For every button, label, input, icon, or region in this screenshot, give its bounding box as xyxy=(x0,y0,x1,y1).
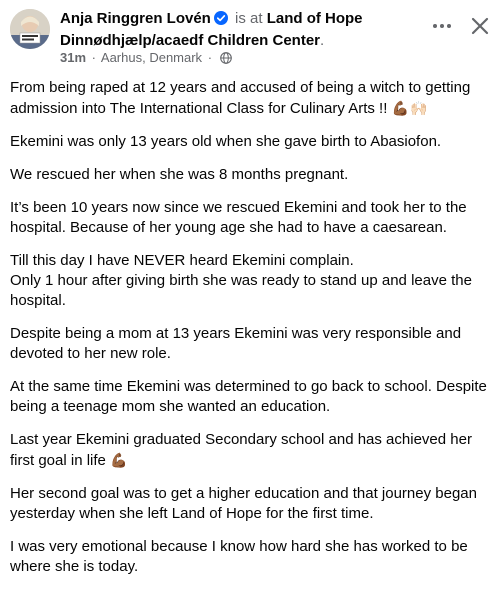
post-text-line: It’s been 10 years now since we rescued … xyxy=(10,199,467,236)
close-icon xyxy=(471,17,489,35)
post-paragraph: At the same time Ekemini was determined … xyxy=(10,377,492,417)
verified-badge-icon xyxy=(213,11,228,31)
close-button[interactable] xyxy=(468,14,492,38)
emoji: 💪🏾🙌🏻 xyxy=(391,100,429,116)
author-name[interactable]: Anja Ringgren Lovén xyxy=(60,10,211,27)
is-at-text: is at xyxy=(235,10,263,27)
more-horizontal-icon xyxy=(433,24,451,28)
post-paragraph: From being raped at 12 years and accused… xyxy=(10,78,492,119)
post-text-line: At the same time Ekemini was determined … xyxy=(10,378,487,415)
post-text-line: Only 1 hour after giving birth she was r… xyxy=(10,272,472,309)
post-paragraph: We rescued her when she was 8 months pre… xyxy=(10,165,492,185)
avatar[interactable] xyxy=(10,9,50,49)
post-paragraph: Ekemini was only 13 years old when she g… xyxy=(10,132,492,152)
post-paragraph: Last year Ekemini graduated Secondary sc… xyxy=(10,430,492,471)
globe-icon[interactable] xyxy=(219,52,232,68)
post-body: From being raped at 12 years and accused… xyxy=(10,78,492,590)
post-text-line: Till this day I have NEVER heard Ekemini… xyxy=(10,252,354,269)
post-paragraph: Her second goal was to get a higher educ… xyxy=(10,484,492,524)
post-text-line: Ekemini was only 13 years old when she g… xyxy=(10,133,442,150)
avatar-photo xyxy=(10,9,50,49)
post-text-line: We rescued her when she was 8 months pre… xyxy=(10,166,349,183)
post-time[interactable]: 31m xyxy=(60,50,86,65)
more-options-button[interactable] xyxy=(430,14,454,38)
post-meta: 31m · Aarhus, Denmark · xyxy=(60,50,232,68)
post-paragraph: It’s been 10 years now since we rescued … xyxy=(10,198,492,238)
separator-dot: · xyxy=(91,50,96,65)
post-text-line: I was very emotional because I know how … xyxy=(10,538,468,575)
emoji: 💪🏾 xyxy=(110,452,129,468)
separator-dot: · xyxy=(207,50,213,65)
post-text-line: Despite being a mom at 13 years Ekemini … xyxy=(10,325,462,362)
post-text-line: Her second goal was to get a higher educ… xyxy=(10,485,477,522)
post-location[interactable]: Aarhus, Denmark xyxy=(101,50,202,65)
post-paragraph: Till this day I have NEVER heard Ekemini… xyxy=(10,251,492,311)
author-line: Anja Ringgren Lovén is at Land of Hope D… xyxy=(60,10,363,49)
post-paragraph: I was very emotional because I know how … xyxy=(10,537,492,577)
post-text-line: Last year Ekemini graduated Secondary sc… xyxy=(10,431,472,469)
post-header: Anja Ringgren Lovén is at Land of Hope D… xyxy=(10,6,492,65)
post-paragraph: Despite being a mom at 13 years Ekemini … xyxy=(10,324,492,364)
